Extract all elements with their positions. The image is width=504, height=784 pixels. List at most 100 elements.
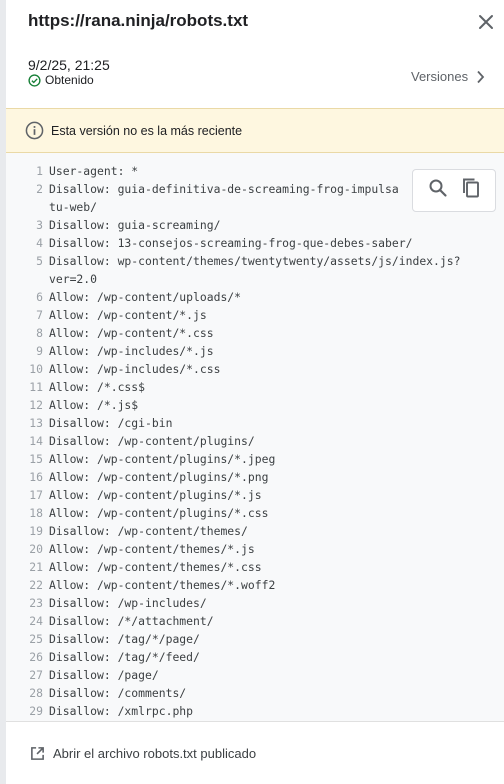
code-line: 19 Disallow: /wp-content/themes/ <box>6 522 504 540</box>
line-number: 28 <box>29 686 43 700</box>
open-link-label: Abrir el archivo robots.txt publicado <box>53 746 257 761</box>
version-warning-banner: Esta versión no es la más reciente <box>6 108 504 153</box>
line-number <box>6 198 49 216</box>
line-number: 17 <box>29 488 43 502</box>
status-label: Obtenido <box>45 73 94 87</box>
line-text: Allow: /*.css$ <box>49 380 146 394</box>
code-line: 24 Disallow: /*/attachment/ <box>6 612 504 630</box>
line-text: Disallow: /*/attachment/ <box>49 614 214 628</box>
line-text: Disallow: guia-definitiva-de-screaming-f… <box>49 182 399 196</box>
versions-button[interactable]: Versiones <box>411 69 485 84</box>
code-line: 8 Allow: /wp-content/*.css <box>6 324 504 342</box>
line-text: Allow: /wp-includes/*.css <box>49 362 221 376</box>
panel-header: https://rana.ninja/robots.txt 9/2/25, 21… <box>6 0 504 108</box>
code-line: 28 Disallow: /comments/ <box>6 684 504 702</box>
line-number: 15 <box>29 452 43 466</box>
line-text: Disallow: /comments/ <box>49 686 187 700</box>
panel-footer: Abrir el archivo robots.txt publicado <box>6 721 504 784</box>
code-line: 27 Disallow: /page/ <box>6 666 504 684</box>
search-button[interactable] <box>428 178 448 203</box>
line-number: 3 <box>36 218 43 232</box>
code-line: 6 Allow: /wp-content/uploads/* <box>6 288 504 306</box>
line-number: 25 <box>29 632 43 646</box>
line-text: Disallow: wp-content/themes/twentytwenty… <box>49 254 461 268</box>
line-text: User-agent: * <box>49 164 139 178</box>
line-text: ver=2.0 <box>49 272 98 286</box>
code-line: 17 Allow: /wp-content/plugins/*.js <box>6 486 504 504</box>
fetch-status: Obtenido <box>28 73 94 87</box>
code-line: 22 Allow: /wp-content/themes/*.woff2 <box>6 576 504 594</box>
line-number <box>6 270 49 288</box>
code-line: 25 Disallow: /tag/*/page/ <box>6 630 504 648</box>
line-number: 18 <box>29 506 43 520</box>
warning-text: Esta versión no es la más reciente <box>51 123 243 138</box>
code-lines: 1 User-agent: * 2 Disallow: guia-definitiva… <box>6 162 504 720</box>
code-line: 13 Disallow: /cgi-bin <box>6 414 504 432</box>
open-published-file-link[interactable]: Abrir el archivo robots.txt publicado <box>30 746 256 761</box>
line-text: Disallow: /xmlrpc.php <box>49 704 194 718</box>
code-line: 16 Allow: /wp-content/plugins/*.png <box>6 468 504 486</box>
open-in-new-icon <box>31 747 44 760</box>
code-line: 18 Allow: /wp-content/plugins/*.css <box>6 504 504 522</box>
line-text: Allow: /wp-content/*.js <box>49 308 207 322</box>
line-text: Allow: /wp-content/uploads/* <box>49 290 242 304</box>
line-text: Allow: /wp-content/*.css <box>49 326 214 340</box>
close-icon <box>479 15 493 29</box>
code-line: 21 Allow: /wp-content/themes/*.css <box>6 558 504 576</box>
line-number: 2 <box>36 182 43 196</box>
code-line: 15 Allow: /wp-content/plugins/*.jpeg <box>6 450 504 468</box>
close-button[interactable] <box>476 12 496 32</box>
line-text: Disallow: /wp-content/themes/ <box>49 524 248 538</box>
code-line: 10 Allow: /wp-includes/*.css <box>6 360 504 378</box>
line-text: Allow: /*.js$ <box>49 398 139 412</box>
line-text: Allow: /wp-content/plugins/*.jpeg <box>49 452 276 466</box>
page-title: https://rana.ninja/robots.txt <box>28 11 249 30</box>
line-number: 10 <box>29 362 43 376</box>
line-text: Disallow: /wp-content/plugins/ <box>49 434 255 448</box>
line-number: 23 <box>29 596 43 610</box>
code-line: 7 Allow: /wp-content/*.js <box>6 306 504 324</box>
code-line: 20 Allow: /wp-content/themes/*.js <box>6 540 504 558</box>
code-line: 9 Allow: /wp-includes/*.js <box>6 342 504 360</box>
line-number: 20 <box>29 542 43 556</box>
line-text: Disallow: /cgi-bin <box>49 416 173 430</box>
line-number: 13 <box>29 416 43 430</box>
line-number: 7 <box>36 308 43 322</box>
line-text: Disallow: 13-consejos-screaming-frog-que… <box>49 236 413 250</box>
code-line: 14 Disallow: /wp-content/plugins/ <box>6 432 504 450</box>
code-line: 29 Disallow: /xmlrpc.php <box>6 702 504 720</box>
line-number: 12 <box>29 398 43 412</box>
copy-button[interactable] <box>461 177 481 204</box>
search-icon <box>429 179 447 197</box>
line-text: Allow: /wp-content/themes/*.woff2 <box>49 578 276 592</box>
code-viewer[interactable]: 1 User-agent: * 2 Disallow: guia-definitiva… <box>6 153 504 721</box>
copy-icon <box>462 178 479 198</box>
line-number: 22 <box>29 578 43 592</box>
line-number: 6 <box>36 290 43 304</box>
code-toolbar <box>412 169 496 212</box>
line-text: tu-web/ <box>49 200 98 214</box>
code-line: 11 Allow: /*.css$ <box>6 378 504 396</box>
line-text: Allow: /wp-content/themes/*.js <box>49 542 255 556</box>
line-number: 9 <box>36 344 43 358</box>
line-text: Disallow: /wp-includes/ <box>49 596 207 610</box>
code-line: 5 Disallow: wp-content/themes/twentytwent… <box>6 252 504 270</box>
line-number: 29 <box>29 704 43 718</box>
code-line: 12 Allow: /*.js$ <box>6 396 504 414</box>
line-number: 19 <box>29 524 43 538</box>
line-number: 21 <box>29 560 43 574</box>
line-text: Allow: /wp-content/themes/*.css <box>49 560 262 574</box>
line-text: Allow: /wp-content/plugins/*.css <box>49 506 269 520</box>
code-line: 4 Disallow: 13-consejos-screaming-frog-qu… <box>6 234 504 252</box>
line-text: Disallow: /tag/*/page/ <box>49 632 200 646</box>
line-number: 26 <box>29 650 43 664</box>
chevron-right-icon <box>477 70 485 83</box>
line-text: Disallow: /page/ <box>49 668 159 682</box>
line-text: Disallow: /tag/*/feed/ <box>49 650 200 664</box>
line-number: 1 <box>36 164 43 178</box>
line-text: Disallow: guia-screaming/ <box>49 218 221 232</box>
versions-label: Versiones <box>411 69 469 84</box>
code-line: 26 Disallow: /tag/*/feed/ <box>6 648 504 666</box>
code-line: 3 Disallow: guia-screaming/ <box>6 216 504 234</box>
line-number: 8 <box>36 326 43 340</box>
